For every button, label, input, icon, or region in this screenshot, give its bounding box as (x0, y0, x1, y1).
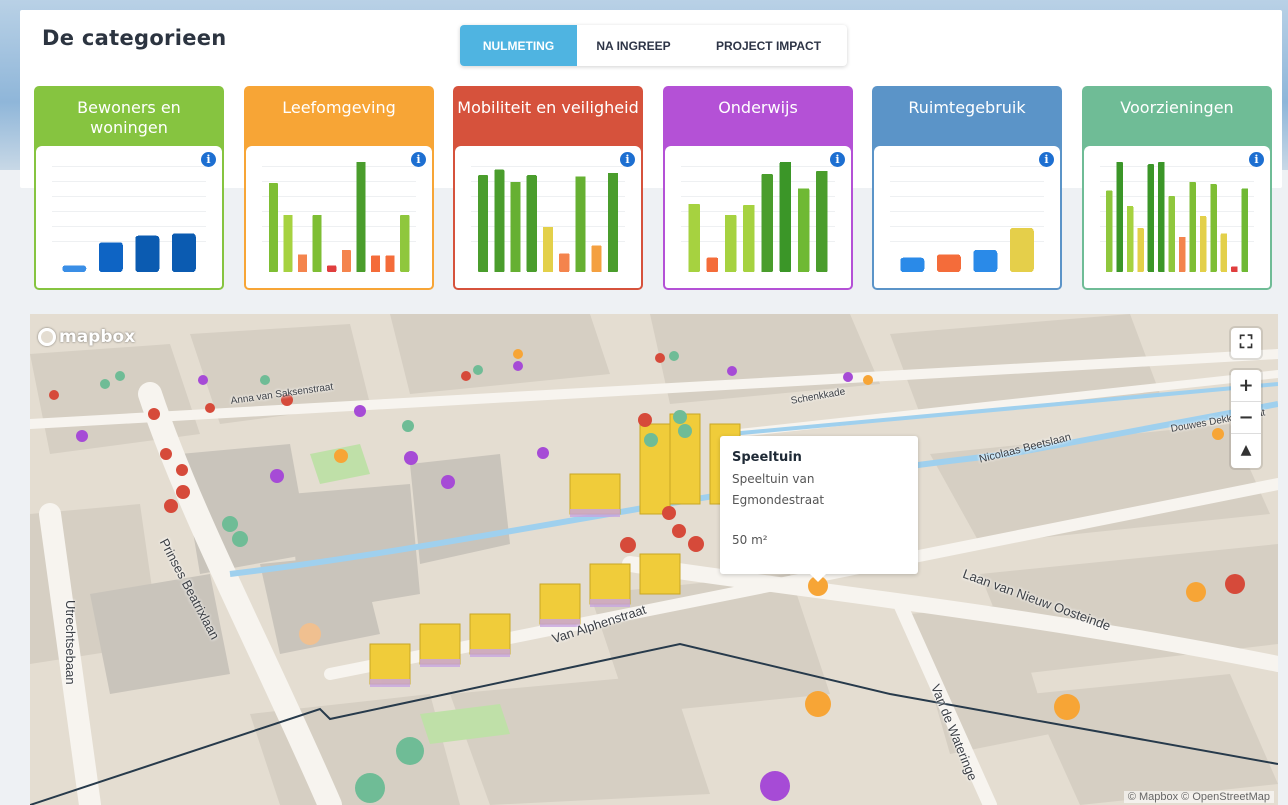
bar[interactable] (385, 255, 395, 273)
phase-tabs: NULMETING NA INGREEP PROJECT IMPACT (460, 25, 847, 66)
category-card-ruimtegebruik[interactable]: Ruimtegebruik i (872, 86, 1062, 290)
bar[interactable] (298, 254, 308, 272)
category-title: Leefomgeving (246, 88, 432, 146)
category-title: Ruimtegebruik (874, 88, 1060, 146)
bar[interactable] (1189, 181, 1196, 272)
popup-tip (810, 574, 826, 582)
mapbox-logo-icon (38, 328, 56, 346)
bar[interactable] (1158, 162, 1165, 272)
category-card-voorzieningen[interactable]: Voorzieningen i (1082, 86, 1272, 290)
bar[interactable] (559, 253, 570, 272)
bar[interactable] (706, 257, 718, 272)
bar[interactable] (98, 242, 123, 272)
category-title: Voorzieningen (1084, 88, 1270, 146)
bar[interactable] (575, 176, 586, 272)
tab-project-impact[interactable]: PROJECT IMPACT (690, 25, 847, 66)
bar[interactable] (1168, 196, 1176, 272)
bar[interactable] (510, 181, 521, 272)
popup-title: Speeltuin (732, 450, 802, 465)
tab-na-ingreep[interactable]: NA INGREEP (577, 25, 690, 66)
bar-chart (900, 228, 1034, 272)
bar[interactable] (135, 235, 160, 272)
bar-chart (1106, 162, 1249, 273)
category-chart: i (36, 146, 222, 288)
bar[interactable] (478, 175, 489, 272)
page-title: De categorieen (42, 26, 227, 50)
bar[interactable] (936, 254, 961, 272)
bar[interactable] (743, 204, 755, 272)
bar[interactable] (1009, 228, 1034, 272)
bar[interactable] (171, 233, 196, 273)
bar[interactable] (1179, 236, 1186, 272)
category-card-leefomgeving[interactable]: Leefomgeving i (244, 86, 434, 290)
bar[interactable] (1147, 164, 1155, 272)
bar[interactable] (1210, 184, 1217, 272)
bar[interactable] (1137, 228, 1144, 272)
bar[interactable] (1126, 206, 1134, 272)
tab-nulmeting[interactable]: NULMETING (460, 25, 577, 66)
zoom-out-button[interactable]: − (1231, 402, 1261, 434)
bar[interactable] (1199, 215, 1207, 272)
bar[interactable] (1106, 190, 1113, 272)
category-chart: i (874, 146, 1060, 288)
map-view[interactable]: mapbox Prinses Beatrixlaan Utrechtsebaan… (30, 314, 1278, 805)
bar[interactable] (973, 250, 998, 272)
category-title: Bewoners en woningen (36, 88, 222, 146)
category-chart: i (1084, 146, 1270, 288)
bar[interactable] (900, 257, 925, 272)
category-card-onderwijs[interactable]: Onderwijs i (663, 86, 853, 290)
category-title: Onderwijs (665, 88, 851, 146)
bar[interactable] (494, 169, 505, 272)
category-title: Mobiliteit en veiligheid (455, 88, 641, 146)
bar-chart (478, 169, 618, 272)
bar[interactable] (725, 214, 737, 272)
bar[interactable] (1220, 233, 1228, 273)
bar[interactable] (1116, 162, 1123, 272)
popup-subtitle: Speeltuin van Egmondestraat (732, 472, 825, 507)
bar[interactable] (543, 226, 554, 272)
popup-area: 50 m² (732, 533, 768, 547)
bar[interactable] (798, 188, 810, 272)
map-attribution[interactable]: © Mapbox © OpenStreetMap (1123, 791, 1274, 803)
map-canvas[interactable] (30, 314, 1278, 805)
bar-chart (268, 162, 410, 273)
bar[interactable] (283, 214, 293, 272)
feature-popup: Speeltuin Speeltuin van Egmondestraat 50… (720, 436, 918, 582)
bar[interactable] (268, 182, 278, 272)
zoom-control: + − ▲ (1231, 370, 1261, 468)
bar[interactable] (1231, 266, 1238, 273)
bar[interactable] (526, 175, 537, 272)
bar[interactable] (816, 170, 828, 272)
zoom-in-button[interactable]: + (1231, 370, 1261, 402)
bar[interactable] (779, 162, 791, 272)
category-card-bewoners[interactable]: Bewoners en woningen i (34, 86, 224, 290)
bar[interactable] (356, 162, 366, 272)
bar[interactable] (371, 255, 381, 273)
bar[interactable] (341, 250, 351, 272)
bar[interactable] (591, 245, 602, 272)
bar[interactable] (1241, 188, 1249, 272)
bar[interactable] (400, 214, 410, 272)
bar[interactable] (607, 173, 618, 272)
category-card-mobiliteit[interactable]: Mobiliteit en veiligheid i (453, 86, 643, 290)
bar[interactable] (312, 214, 322, 272)
mapbox-logo[interactable]: mapbox (38, 327, 135, 347)
category-chart: i (455, 146, 641, 288)
category-chart: i (246, 146, 432, 288)
bar[interactable] (62, 265, 87, 272)
bar[interactable] (761, 174, 773, 272)
compass-icon[interactable]: ▲ (1231, 434, 1261, 466)
bar[interactable] (688, 203, 700, 272)
bar[interactable] (327, 265, 337, 272)
fullscreen-button[interactable]: ⛶ (1231, 328, 1261, 358)
street-label: Utrechtsebaan (63, 600, 78, 685)
bar-chart (688, 162, 828, 272)
category-chart: i (665, 146, 851, 288)
bar-chart (62, 233, 196, 273)
